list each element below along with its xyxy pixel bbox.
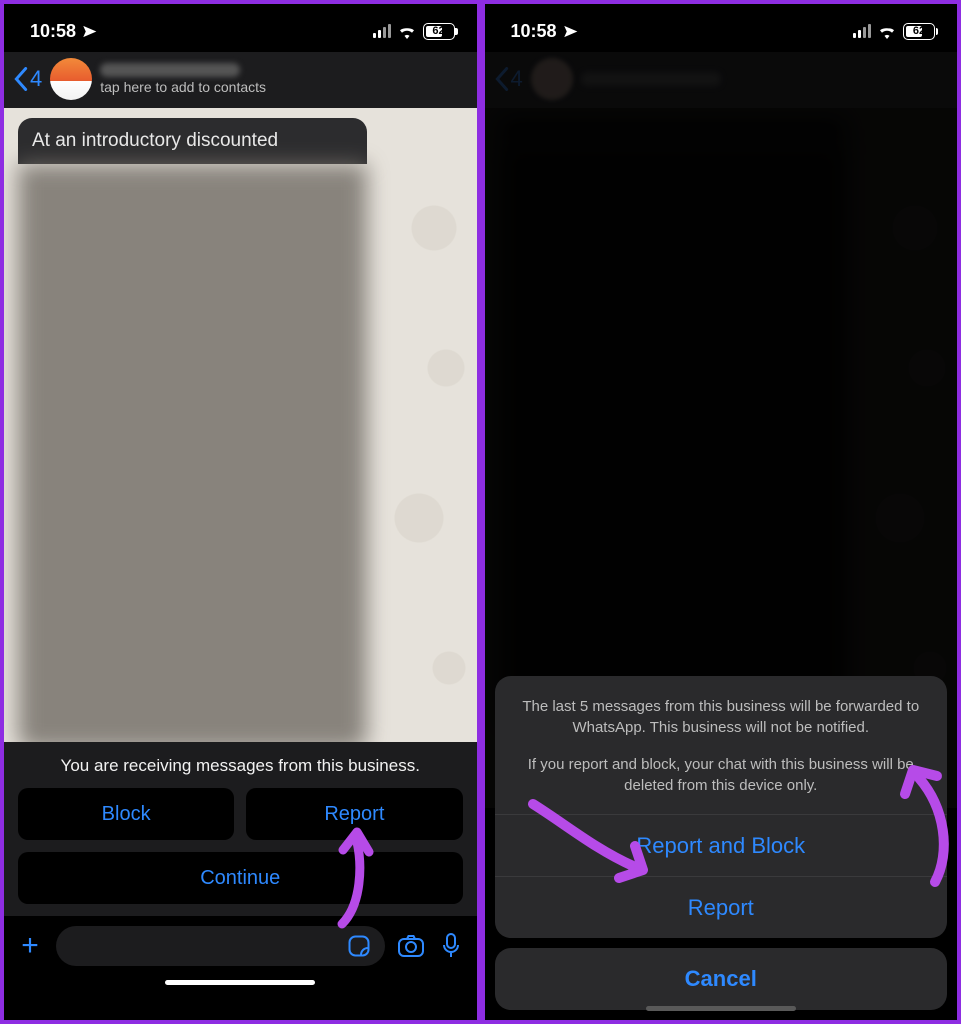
report-option[interactable]: Report [495,876,948,938]
action-sheet-text-1: The last 5 messages from this business w… [517,696,926,738]
status-bar: 10:58 62 [485,4,958,52]
action-sheet-message: The last 5 messages from this business w… [495,676,948,814]
business-prompt-panel: You are receiving messages from this bus… [4,742,477,916]
chat-scroll-area[interactable]: At an introductory discounted [4,108,477,742]
sticker-icon[interactable] [345,932,373,960]
contact-title-area[interactable]: tap here to add to contacts [100,63,266,95]
battery-icon: 62 [423,23,455,40]
cell-signal-icon [853,24,871,38]
home-indicator[interactable] [4,970,477,994]
status-indicators: 62 [853,23,935,40]
report-button[interactable]: Report [246,788,462,840]
status-time-group: 10:58 [511,21,578,42]
message-input-bar: + [4,916,477,970]
battery-percent: 62 [424,25,454,38]
message-text-input[interactable] [56,926,385,966]
contact-subtitle: tap here to add to contacts [100,79,266,95]
contact-avatar[interactable] [531,58,573,100]
status-time: 10:58 [30,21,76,42]
contact-title-area[interactable] [581,72,721,86]
battery-percent: 62 [904,25,934,38]
action-sheet-card: The last 5 messages from this business w… [495,676,948,938]
attach-add-button[interactable]: + [16,932,44,960]
status-time-group: 10:58 [30,21,97,42]
status-indicators: 62 [373,23,455,40]
back-button[interactable]: 4 [495,66,523,92]
camera-button[interactable] [397,932,425,960]
report-action-sheet: The last 5 messages from this business w… [495,676,948,1010]
chat-header: 4 [485,52,958,108]
back-count: 4 [30,66,42,92]
contact-name-redacted [581,72,721,86]
chat-header: 4 tap here to add to contacts [4,52,477,108]
block-button[interactable]: Block [18,788,234,840]
location-icon [82,24,97,39]
cell-signal-icon [373,24,391,38]
battery-icon: 62 [903,23,935,40]
report-and-block-option[interactable]: Report and Block [495,814,948,876]
contact-name-redacted [100,63,240,77]
contact-avatar[interactable] [50,58,92,100]
screenshot-left: 10:58 62 4 tap here to add to co [0,0,481,1024]
incoming-message-preview: At an introductory discounted [18,118,367,164]
action-sheet-text-2: If you report and block, your chat with … [517,754,926,796]
status-bar: 10:58 62 [4,4,477,52]
back-button[interactable]: 4 [14,66,42,92]
incoming-message-blurred [18,164,367,742]
screenshot-right: 10:58 62 4 [481,0,961,1024]
continue-button[interactable]: Continue [18,852,463,904]
home-indicator[interactable] [485,996,958,1020]
wifi-icon [397,24,417,39]
business-prompt-text: You are receiving messages from this bus… [18,756,463,776]
message-text: At an introductory discounted [32,130,278,151]
microphone-button[interactable] [437,932,465,960]
location-icon [563,24,578,39]
back-count: 4 [511,66,523,92]
status-time: 10:58 [511,21,557,42]
wifi-icon [877,24,897,39]
